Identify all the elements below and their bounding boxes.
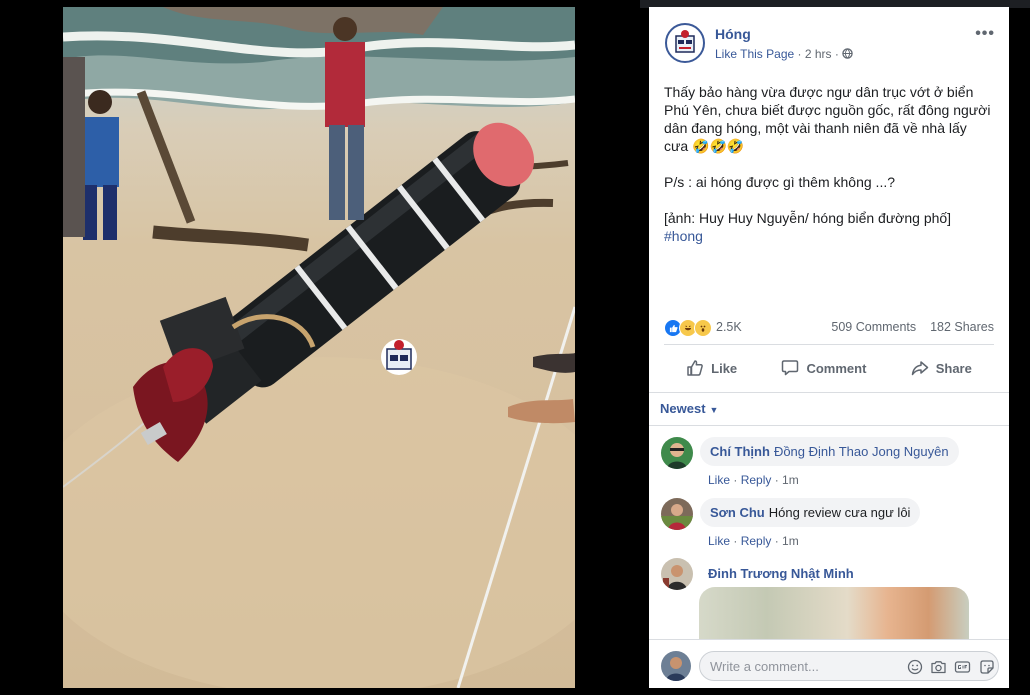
thumbs-up-icon xyxy=(687,360,703,376)
comment-reply-link[interactable]: Reply xyxy=(741,534,772,548)
comment-image[interactable] xyxy=(699,587,969,647)
comment-composer: Write a comment... xyxy=(649,639,1009,688)
comment-bubble: Sơn Chu Hóng review cưa ngư lôi xyxy=(700,498,921,527)
commenter-avatar[interactable] xyxy=(661,498,693,530)
caret-down-icon: ▼ xyxy=(709,405,719,415)
commenter-name[interactable]: Đinh Trương Nhật Minh xyxy=(708,566,854,581)
hashtag-link[interactable]: #hong xyxy=(664,227,994,245)
comment-label: Comment xyxy=(806,360,867,376)
globe-icon xyxy=(842,48,853,59)
comment-actions: Like · Reply · 1m xyxy=(708,473,799,487)
shares-count[interactable]: 182 Shares xyxy=(930,320,994,334)
like-page-link[interactable]: Like This Page xyxy=(715,47,794,61)
current-user-avatar[interactable] xyxy=(661,651,691,681)
post-header: Hóng Like This Page · 2 hrs · ••• xyxy=(665,23,995,67)
share-label: Share xyxy=(935,360,972,376)
post-paragraph-2: P/s : ai hóng được gì thêm không ...? xyxy=(664,174,896,190)
share-icon xyxy=(911,361,928,376)
commenter-avatar[interactable] xyxy=(661,437,693,469)
torpedo-beach-illustration xyxy=(63,7,575,688)
actions-divider xyxy=(649,392,1009,393)
like-button[interactable]: Like xyxy=(686,359,737,377)
like-label: Like xyxy=(711,360,738,376)
comment-mention[interactable]: Đồng Định Thao Jong Nguyên xyxy=(774,444,949,459)
reaction-count[interactable]: 2.5K xyxy=(716,320,742,334)
comments-count[interactable]: 509 Comments xyxy=(831,320,916,334)
sort-label: Newest xyxy=(660,401,706,416)
comment-icon xyxy=(782,360,799,376)
share-button[interactable]: Share xyxy=(911,359,972,377)
post-stats: 2.5K 509 Comments 182 Shares xyxy=(664,317,994,339)
camera-icon[interactable] xyxy=(930,658,947,675)
post-meta: Like This Page · 2 hrs · xyxy=(715,47,853,61)
post-paragraph-1: Thấy bảo hàng vừa được ngư dân trục vớt … xyxy=(664,84,991,154)
reaction-icons[interactable] xyxy=(664,319,712,337)
comment-bubble: Chí Thịnh Đồng Định Thao Jong Nguyên xyxy=(700,437,959,466)
comment-actions: Like · Reply · 1m xyxy=(708,534,799,548)
commenter-avatar[interactable] xyxy=(661,558,693,590)
comment-time[interactable]: 1m xyxy=(782,473,799,487)
comment-sort-dropdown[interactable]: Newest ▼ xyxy=(660,401,718,416)
wow-reaction-icon xyxy=(694,319,712,337)
meta-dot: · xyxy=(797,47,802,61)
stats-divider xyxy=(664,344,994,345)
post-photo[interactable] xyxy=(63,7,575,688)
photo-credit: [ảnh: Huy Huy Nguyễn/ hóng biển đường ph… xyxy=(664,210,952,226)
post-panel: Hóng Like This Page · 2 hrs · ••• Thấy b… xyxy=(649,7,1009,688)
sort-divider xyxy=(649,425,1009,426)
page-name[interactable]: Hóng xyxy=(715,26,751,42)
comments-shares: 509 Comments 182 Shares xyxy=(831,320,994,334)
gif-icon[interactable] xyxy=(954,658,971,675)
meta-dot-2: · xyxy=(834,47,839,61)
emoji-icon[interactable] xyxy=(906,658,923,675)
composer-icons xyxy=(906,658,995,675)
comment-like-link[interactable]: Like xyxy=(708,473,730,487)
hong-logo-icon xyxy=(670,28,700,58)
page-avatar[interactable] xyxy=(665,23,705,63)
post-text: Thấy bảo hàng vừa được ngư dân trục vớt … xyxy=(664,83,994,245)
comment-button[interactable]: Comment xyxy=(781,359,866,377)
post-time[interactable]: 2 hrs xyxy=(805,47,832,61)
sticker-icon[interactable] xyxy=(978,658,995,675)
commenter-name[interactable]: Chí Thịnh xyxy=(710,444,770,459)
comment-reply-link[interactable]: Reply xyxy=(741,473,772,487)
post-actions: Like Comment Share xyxy=(664,351,994,385)
comment-like-link[interactable]: Like xyxy=(708,534,730,548)
commenter-name[interactable]: Sơn Chu xyxy=(710,505,765,520)
more-options-button[interactable]: ••• xyxy=(975,25,995,43)
comment-time[interactable]: 1m xyxy=(782,534,799,548)
comment-text: Hóng review cưa ngư lôi xyxy=(768,505,911,520)
